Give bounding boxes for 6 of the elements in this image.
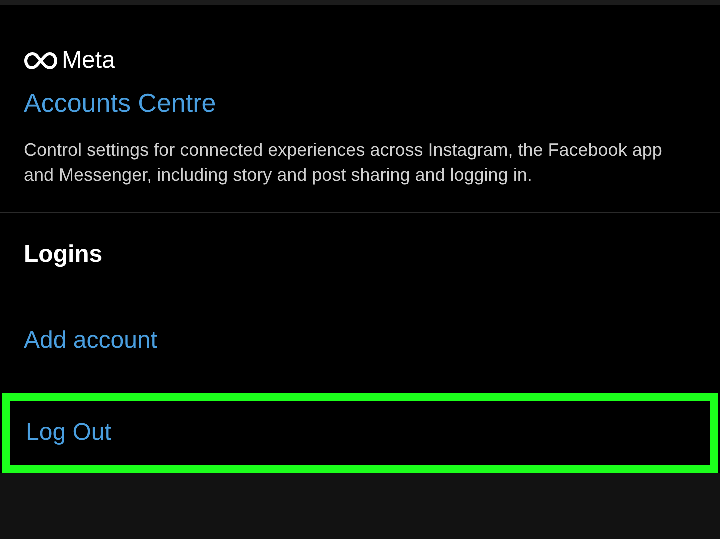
accounts-centre-link[interactable]: Accounts Centre — [24, 87, 216, 120]
description-text: Control settings for connected experiences across Instagram, the Facebook app and Messenger, including story and post sharing and logging in. — [24, 138, 664, 187]
logins-heading: Logins — [23, 240, 104, 270]
brand-name: Meta — [62, 49, 116, 73]
infinity-logo-icon — [24, 52, 58, 70]
menu-item[interactable]: Log Out — [2, 392, 718, 472]
